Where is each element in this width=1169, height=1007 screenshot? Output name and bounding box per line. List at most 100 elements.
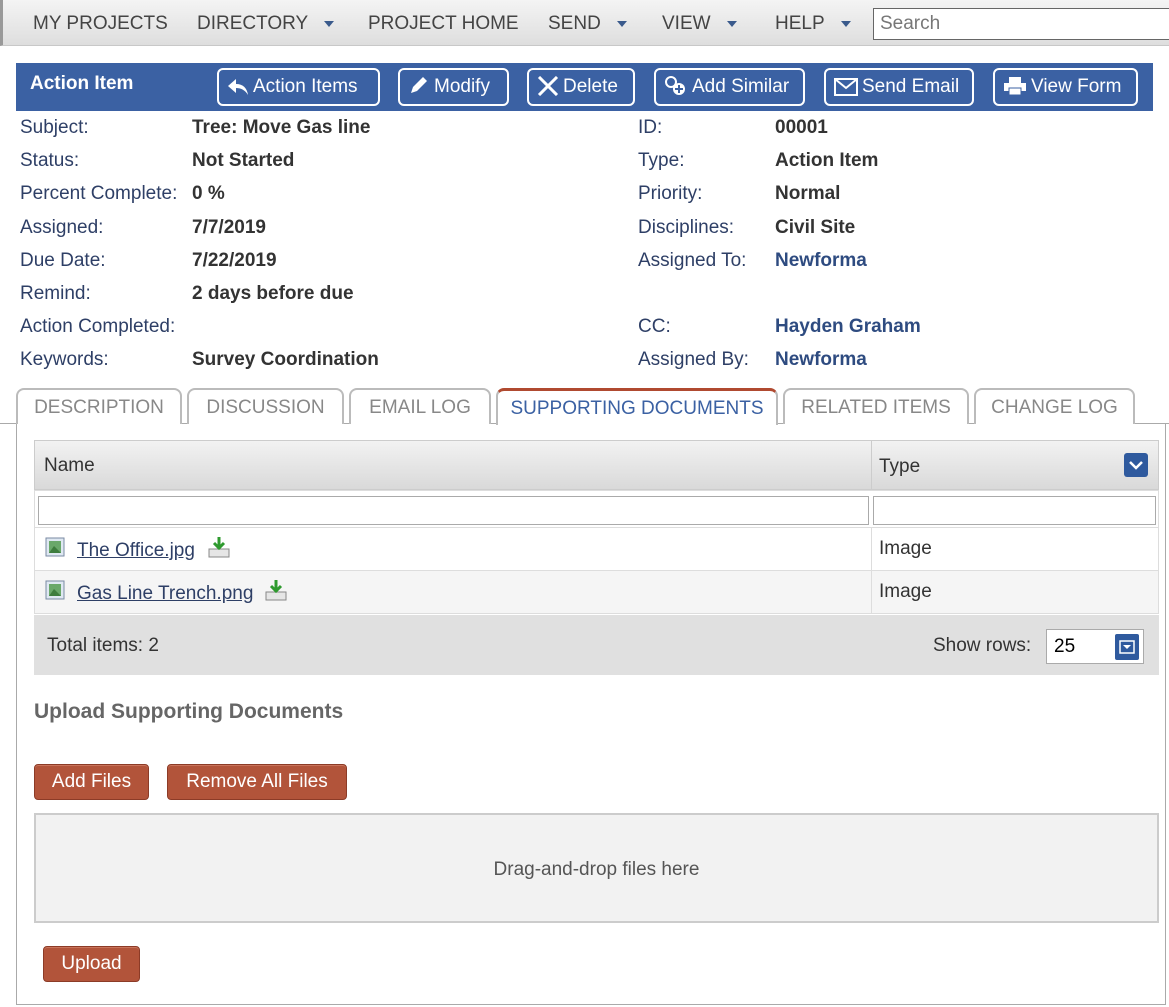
search-input[interactable] — [873, 8, 1169, 40]
column-divider — [871, 528, 872, 571]
filter-row — [34, 490, 1159, 528]
name-filter-input[interactable] — [38, 496, 869, 525]
show-rows-label: Show rows: — [933, 635, 1032, 656]
chevron-down-icon — [1129, 461, 1143, 470]
add-files-button[interactable]: Add Files — [34, 764, 149, 800]
assigned-by-label: Assigned By: — [638, 349, 749, 370]
image-file-icon — [45, 580, 65, 600]
file-link[interactable]: Gas Line Trench.png — [77, 571, 253, 617]
button-label: Send Email — [862, 76, 960, 97]
type-value: Action Item — [775, 150, 879, 171]
button-label: Delete — [563, 76, 618, 97]
back-arrow-icon — [228, 79, 248, 95]
cc-link[interactable]: Hayden Graham — [775, 316, 921, 338]
table-row: Gas Line Trench.png Image — [34, 571, 1159, 614]
column-divider — [871, 571, 872, 614]
upload-button[interactable]: Upload — [43, 946, 140, 982]
chevron-down-icon — [840, 20, 851, 27]
column-header-name[interactable]: Name — [44, 441, 95, 491]
nav-my-projects[interactable]: MY PROJECTS — [33, 0, 168, 46]
status-value: Not Started — [192, 150, 295, 171]
remind-label: Remind: — [20, 283, 91, 304]
add-similar-button[interactable]: Add Similar — [654, 68, 805, 106]
assigned-by-link[interactable]: Newforma — [775, 349, 867, 371]
action-item-header: Action Item Action Items Modify Delete A… — [16, 63, 1153, 111]
keywords-label: Keywords: — [20, 349, 109, 370]
button-label: Action Items — [253, 76, 358, 97]
chevron-down-icon — [616, 20, 627, 27]
delete-button[interactable]: Delete — [527, 68, 635, 106]
view-form-button[interactable]: View Form — [993, 68, 1138, 106]
drop-zone-text: Drag-and-drop files here — [493, 859, 700, 880]
column-header-type[interactable]: Type — [879, 441, 920, 493]
assigned-value: 7/7/2019 — [192, 217, 266, 238]
printer-icon — [1004, 77, 1026, 96]
column-divider — [871, 441, 872, 491]
nav-directory[interactable]: DIRECTORY — [197, 0, 335, 46]
chevron-down-icon — [726, 20, 737, 27]
nav-project-home[interactable]: PROJECT HOME — [368, 0, 519, 46]
status-label: Status: — [20, 150, 80, 171]
download-icon[interactable] — [207, 536, 231, 558]
chevron-down-icon — [1119, 640, 1135, 654]
tab-change-log[interactable]: CHANGE LOG — [974, 388, 1135, 424]
add-similar-icon — [665, 76, 685, 95]
envelope-icon — [834, 78, 858, 96]
column-menu-button[interactable] — [1124, 453, 1148, 477]
nav-label: PROJECT HOME — [368, 13, 519, 34]
nav-label: SEND — [548, 13, 601, 34]
pencil-icon — [411, 77, 427, 93]
action-items-button[interactable]: Action Items — [217, 68, 380, 106]
drop-zone[interactable]: Drag-and-drop files here — [34, 813, 1159, 923]
table-row: The Office.jpg Image — [34, 528, 1159, 571]
button-label: Modify — [434, 76, 490, 97]
tab-supporting-documents[interactable]: SUPPORTING DOCUMENTS — [496, 388, 778, 425]
nav-label: DIRECTORY — [197, 13, 309, 34]
image-file-icon — [45, 537, 65, 557]
nav-send[interactable]: SEND — [548, 0, 627, 46]
file-link[interactable]: The Office.jpg — [77, 528, 195, 574]
page-title: Action Item — [30, 73, 134, 94]
nav-help[interactable]: HELP — [775, 0, 851, 46]
assigned-to-label: Assigned To: — [638, 250, 747, 271]
grid-footer: Total items: 2 Show rows: 25 — [34, 615, 1159, 675]
close-icon — [537, 75, 559, 97]
action-completed-label: Action Completed: — [20, 316, 176, 337]
disciplines-label: Disciplines: — [638, 217, 735, 238]
total-items: Total items: 2 — [47, 635, 159, 656]
tab-email-log[interactable]: EMAIL LOG — [349, 388, 491, 424]
disciplines-value: Civil Site — [775, 217, 856, 238]
chevron-down-icon — [324, 20, 335, 27]
priority-value: Normal — [775, 183, 841, 204]
keywords-value: Survey Coordination — [192, 349, 379, 370]
subject-value: Tree: Move Gas line — [192, 117, 371, 138]
tab-discussion[interactable]: DISCUSSION — [187, 388, 344, 424]
type-label: Type: — [638, 150, 685, 171]
cc-label: CC: — [638, 316, 671, 337]
nav-label: HELP — [775, 13, 825, 34]
percent-complete-label: Percent Complete: — [20, 183, 178, 204]
nav-label: MY PROJECTS — [33, 13, 168, 34]
upload-title: Upload Supporting Documents — [34, 700, 344, 723]
download-icon[interactable] — [264, 579, 288, 601]
send-email-button[interactable]: Send Email — [824, 68, 974, 106]
modify-button[interactable]: Modify — [398, 68, 509, 106]
file-type: Image — [879, 581, 932, 602]
top-navigation: MY PROJECTS DIRECTORY PROJECT HOME SEND … — [0, 0, 1169, 46]
assigned-to-link[interactable]: Newforma — [775, 250, 867, 272]
tab-related-items[interactable]: RELATED ITEMS — [783, 388, 969, 424]
assigned-label: Assigned: — [20, 217, 104, 238]
remove-all-files-button[interactable]: Remove All Files — [167, 764, 347, 800]
due-date-label: Due Date: — [20, 250, 106, 271]
nav-view[interactable]: VIEW — [662, 0, 737, 46]
show-rows-value: 25 — [1054, 636, 1076, 657]
type-filter-input[interactable] — [873, 496, 1156, 525]
show-rows-dropdown-button[interactable] — [1115, 634, 1139, 660]
id-label: ID: — [638, 117, 663, 138]
tab-description[interactable]: DESCRIPTION — [16, 388, 182, 424]
show-rows-select[interactable]: 25 — [1046, 629, 1144, 664]
file-type: Image — [879, 538, 932, 559]
nav-label: VIEW — [662, 13, 711, 34]
grid-header: Name Type — [34, 440, 1159, 493]
remind-value: 2 days before due — [192, 283, 354, 304]
